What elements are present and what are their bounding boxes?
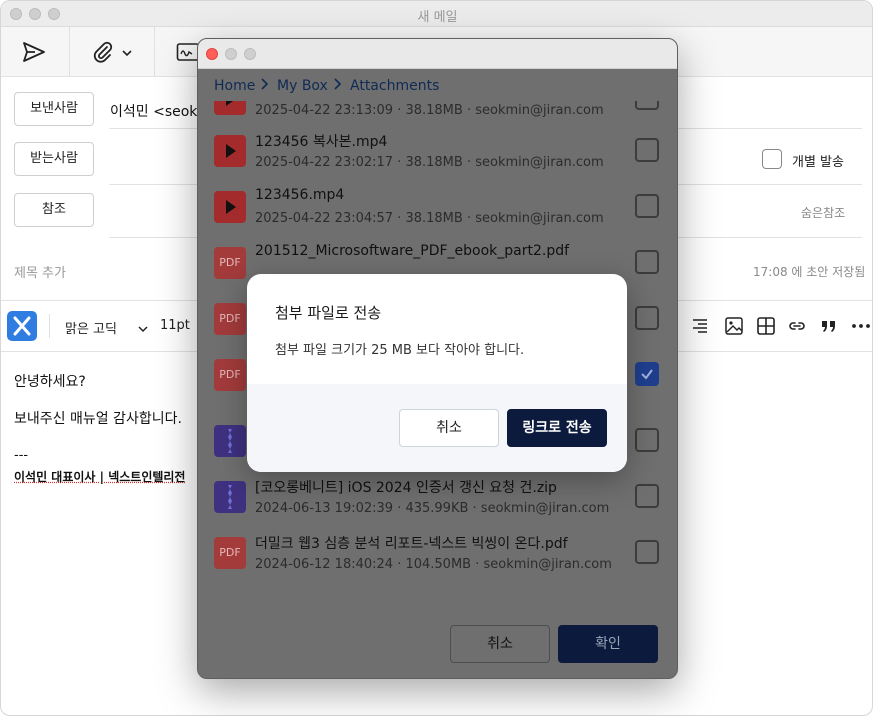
body-line: 안녕하세요? [14, 374, 86, 390]
sender-button[interactable]: 보낸사람 [14, 92, 94, 126]
autosave-status: 17:08 에 초안 저장됨 [753, 265, 866, 279]
file-row[interactable]: 123456 복사본.mp4 2025-04-22 23:02:17 · 38.1… [198, 123, 677, 179]
attach-icon[interactable] [91, 40, 115, 64]
pdf-label: PDF [219, 312, 241, 325]
file-checkbox[interactable] [635, 484, 659, 508]
file-checkbox[interactable] [635, 138, 659, 162]
minimize-window-button[interactable] [225, 48, 237, 60]
file-name: 201512_Microsoftware_PDF_ebook_part2.pdf [255, 243, 570, 259]
body-line: --- [14, 448, 29, 463]
file-meta: 2024-06-13 19:02:39 · 435.99KB · seokmin… [255, 501, 610, 516]
file-name: 더밀크 웹3 심층 분석 리포트-넥스트 빅씽이 온다.pdf [255, 536, 568, 552]
cc-button[interactable]: 참조 [14, 193, 94, 227]
file-row[interactable]: 123456.mp4 2025-04-22 23:04:57 · 38.18MB … [198, 179, 677, 235]
browser-cancel-button[interactable]: 취소 [450, 625, 550, 663]
file-meta: 2025-04-22 23:13:09 · 38.18MB · seokmin@… [255, 103, 604, 118]
file-name: 123456 복사본.mp4 [255, 134, 388, 150]
table-icon[interactable] [756, 316, 776, 336]
chevron-right-icon [260, 76, 270, 96]
pdf-file-icon: PDF [214, 359, 246, 391]
file-row[interactable]: PDF 더밀크 웹3 심층 분석 리포트-넥스트 빅씽이 온다.pdf 2024-0… [198, 525, 677, 581]
individual-send-label: 개별 발송 [792, 155, 844, 170]
breadcrumb-my-box[interactable]: My Box [277, 78, 328, 94]
pdf-file-icon: PDF [214, 247, 246, 279]
zip-file-icon [214, 425, 246, 457]
sender-value: 이석민 <seokm [110, 104, 212, 120]
to-button[interactable]: 받는사람 [14, 142, 94, 176]
file-meta: 2025-04-22 23:04:57 · 38.18MB · seokmin@… [255, 211, 604, 226]
chevron-down-icon[interactable] [137, 320, 149, 333]
video-file-icon [214, 191, 246, 223]
title-bar: 새 메일 [1, 1, 872, 27]
font-size-select[interactable]: 11pt [160, 318, 190, 333]
chevron-right-icon [333, 76, 343, 96]
file-row[interactable]: [코오롱베니트] iOS 2024 인증서 갱신 요청 건.zip 2024-06… [198, 469, 677, 525]
breadcrumb-attachments[interactable]: Attachments [350, 78, 439, 94]
breadcrumb: Home My Box Attachments [198, 69, 677, 101]
pdf-label: PDF [219, 256, 241, 269]
subject-input[interactable]: 제목 추가 [14, 262, 66, 281]
browser-footer: 취소 확인 [198, 604, 677, 678]
bcc-link[interactable]: 숨은참조 [801, 204, 845, 221]
window-title: 새 메일 [417, 10, 458, 25]
file-checkbox[interactable] [635, 194, 659, 218]
file-checkbox[interactable] [635, 428, 659, 452]
signature-line: 이석민 대표이사 | 넥스트인텔리전 [14, 470, 186, 484]
breadcrumb-home[interactable]: Home [214, 78, 255, 94]
file-name: [코오롱베니트] iOS 2024 인증서 갱신 요청 건.zip [255, 480, 557, 496]
alert-title: 첨부 파일로 전송 [275, 304, 382, 322]
alert-message: 첨부 파일 크기가 25 MB 보다 작아야 합니다. [275, 343, 525, 358]
pdf-label: PDF [219, 368, 241, 381]
image-icon[interactable] [724, 316, 744, 336]
font-family-select[interactable]: 맑은 고딕 [65, 318, 117, 337]
alert-dialog: 첨부 파일로 전송 첨부 파일 크기가 25 MB 보다 작아야 합니다. 취소… [247, 274, 627, 472]
chevron-down-icon[interactable] [121, 44, 133, 57]
file-checkbox[interactable] [635, 540, 659, 564]
align-right-icon[interactable] [691, 317, 709, 335]
browser-confirm-button[interactable]: 확인 [558, 625, 658, 663]
pdf-file-icon: PDF [214, 303, 246, 335]
alert-cancel-button[interactable]: 취소 [399, 409, 499, 447]
file-checkbox[interactable] [635, 306, 659, 330]
file-name: 123456.mp4 [255, 187, 345, 203]
browser-title-bar [198, 39, 677, 69]
pdf-label: PDF [219, 546, 241, 559]
pdf-file-icon: PDF [214, 537, 246, 569]
quote-icon[interactable] [819, 316, 839, 336]
close-window-button[interactable] [206, 48, 218, 60]
file-meta: 2024-06-12 18:40:24 · 104.50MB · seokmin… [255, 557, 612, 572]
file-checkbox[interactable] [635, 250, 659, 274]
body-line: 보내주신 매뉴얼 감사합니다. [14, 411, 182, 427]
link-icon[interactable] [787, 316, 807, 336]
alert-link-send-button[interactable]: 링크로 전송 [507, 409, 607, 447]
video-file-icon [214, 135, 246, 167]
zoom-window-button[interactable] [244, 48, 256, 60]
file-meta: 2025-04-22 23:02:17 · 38.18MB · seokmin@… [255, 155, 604, 170]
file-checkbox[interactable] [635, 362, 659, 386]
individual-send-checkbox[interactable] [762, 149, 782, 169]
ai-assistant-icon[interactable] [7, 311, 37, 341]
zip-file-icon [214, 481, 246, 513]
more-icon[interactable] [851, 316, 871, 336]
send-icon[interactable] [21, 41, 47, 63]
